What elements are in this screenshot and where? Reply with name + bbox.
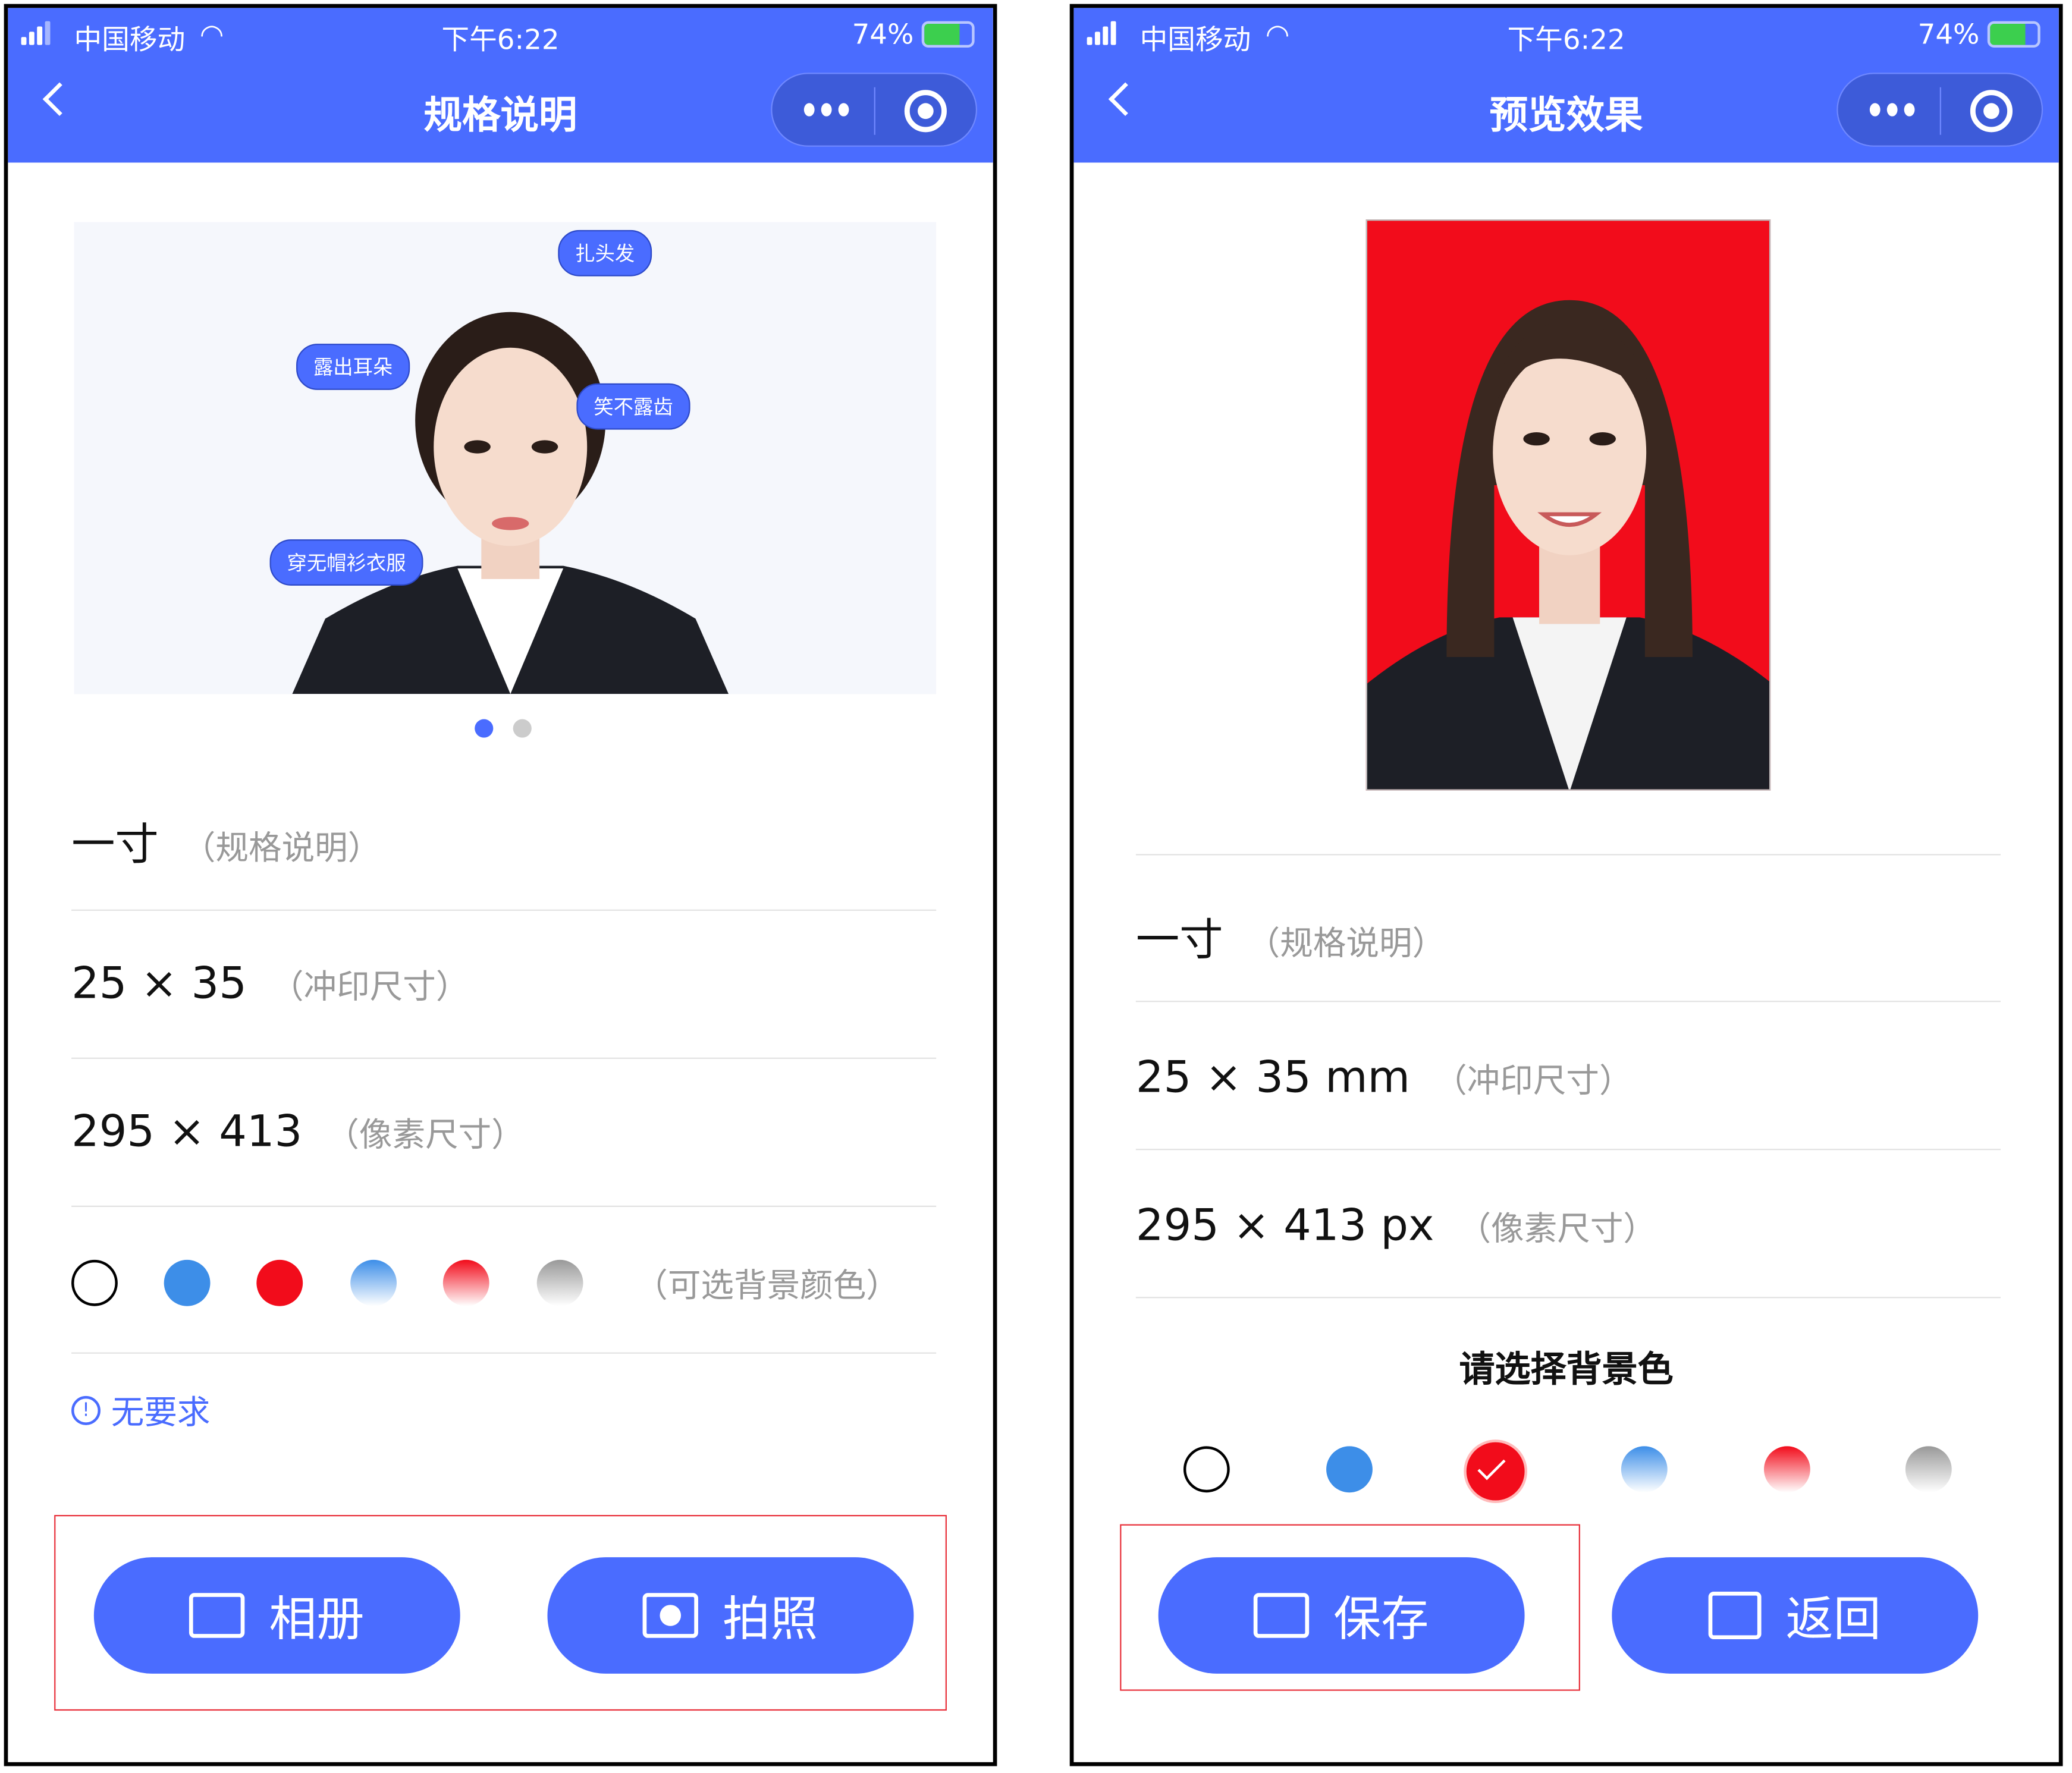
more-icon[interactable] (803, 103, 849, 117)
album-button[interactable]: 相册 (93, 1557, 460, 1674)
spec-name-row: 一寸 （规格说明） (1135, 913, 1446, 966)
camera-icon (643, 1593, 699, 1638)
nav-header: 中国移动 ◠ 下午6:22 74% 规格说明 (8, 8, 993, 163)
color-gray-gradient[interactable] (1905, 1446, 1952, 1493)
colors-hint: （可选背景颜色） (635, 1266, 899, 1305)
carousel-dot-active[interactable] (475, 719, 494, 738)
print-size-row: 25 × 35 （冲印尺寸） (71, 957, 469, 1009)
choose-bg-label: 请选择背景色 (1459, 1350, 1674, 1391)
camera-button[interactable]: 拍照 (547, 1557, 914, 1674)
battery-icon (921, 21, 975, 48)
phone-spec-screen: 中国移动 ◠ 下午6:22 74% 规格说明 扎头发 露出耳朵 笑不露齿 穿无帽… (4, 4, 997, 1766)
return-button[interactable]: 返回 (1612, 1557, 1979, 1674)
carousel-dot[interactable] (513, 719, 532, 738)
color-blue-gradient[interactable] (1621, 1446, 1668, 1493)
pixel-size-row: 295 × 413 （像素尺寸） (71, 1105, 525, 1157)
color-blue-gradient (350, 1259, 397, 1306)
image-icon (1254, 1593, 1310, 1638)
guide-tag: 穿无帽衫衣服 (269, 539, 423, 586)
print-size-row: 25 × 35 mm （冲印尺寸） (1135, 1051, 1633, 1103)
model-illustration (292, 312, 729, 694)
guide-tag: 扎头发 (558, 230, 652, 276)
preview-photo (1365, 219, 1771, 791)
color-red (256, 1259, 303, 1306)
guide-tag: 露出耳朵 (296, 344, 410, 390)
color-red-gradient (442, 1259, 489, 1306)
color-white (71, 1259, 118, 1306)
spec-name-row: 一寸 （规格说明） (71, 818, 381, 870)
check-icon (1477, 1452, 1506, 1480)
requirement: ! 无要求 (71, 1387, 211, 1434)
clock: 下午6:22 (441, 24, 560, 56)
color-blue (164, 1259, 211, 1306)
color-blue[interactable] (1326, 1446, 1373, 1493)
image-icon (190, 1593, 246, 1638)
capsule-menu (1836, 73, 2043, 147)
capsule-menu (771, 73, 978, 147)
portrait (1367, 300, 1769, 790)
phone-preview-screen: 中国移动 ◠ 下午6:22 74% 预览效果 一寸 （规格说明） 25 × 35 … (1069, 4, 2063, 1766)
color-gray-gradient (536, 1259, 583, 1306)
color-red-gradient[interactable] (1764, 1446, 1810, 1493)
battery-icon (1987, 21, 2040, 48)
more-icon[interactable] (1869, 103, 1915, 117)
color-red-selected[interactable] (1466, 1442, 1525, 1501)
guide-image[interactable]: 扎头发 露出耳朵 笑不露齿 穿无帽衫衣服 (74, 222, 937, 694)
close-target-icon[interactable] (904, 90, 947, 133)
pixel-size-row: 295 × 413 px （像素尺寸） (1135, 1199, 1657, 1251)
battery-percent: 74% (1917, 18, 1980, 51)
guide-tag: 笑不露齿 (576, 383, 690, 430)
color-white[interactable] (1183, 1446, 1230, 1493)
close-target-icon[interactable] (1970, 90, 2013, 133)
battery-percent: 74% (852, 18, 914, 51)
share-icon (1709, 1591, 1762, 1640)
nav-header: 中国移动 ◠ 下午6:22 74% 预览效果 (1073, 8, 2059, 163)
clock: 下午6:22 (1507, 24, 1625, 56)
info-icon: ! (71, 1395, 101, 1425)
save-button[interactable]: 保存 (1158, 1557, 1525, 1674)
